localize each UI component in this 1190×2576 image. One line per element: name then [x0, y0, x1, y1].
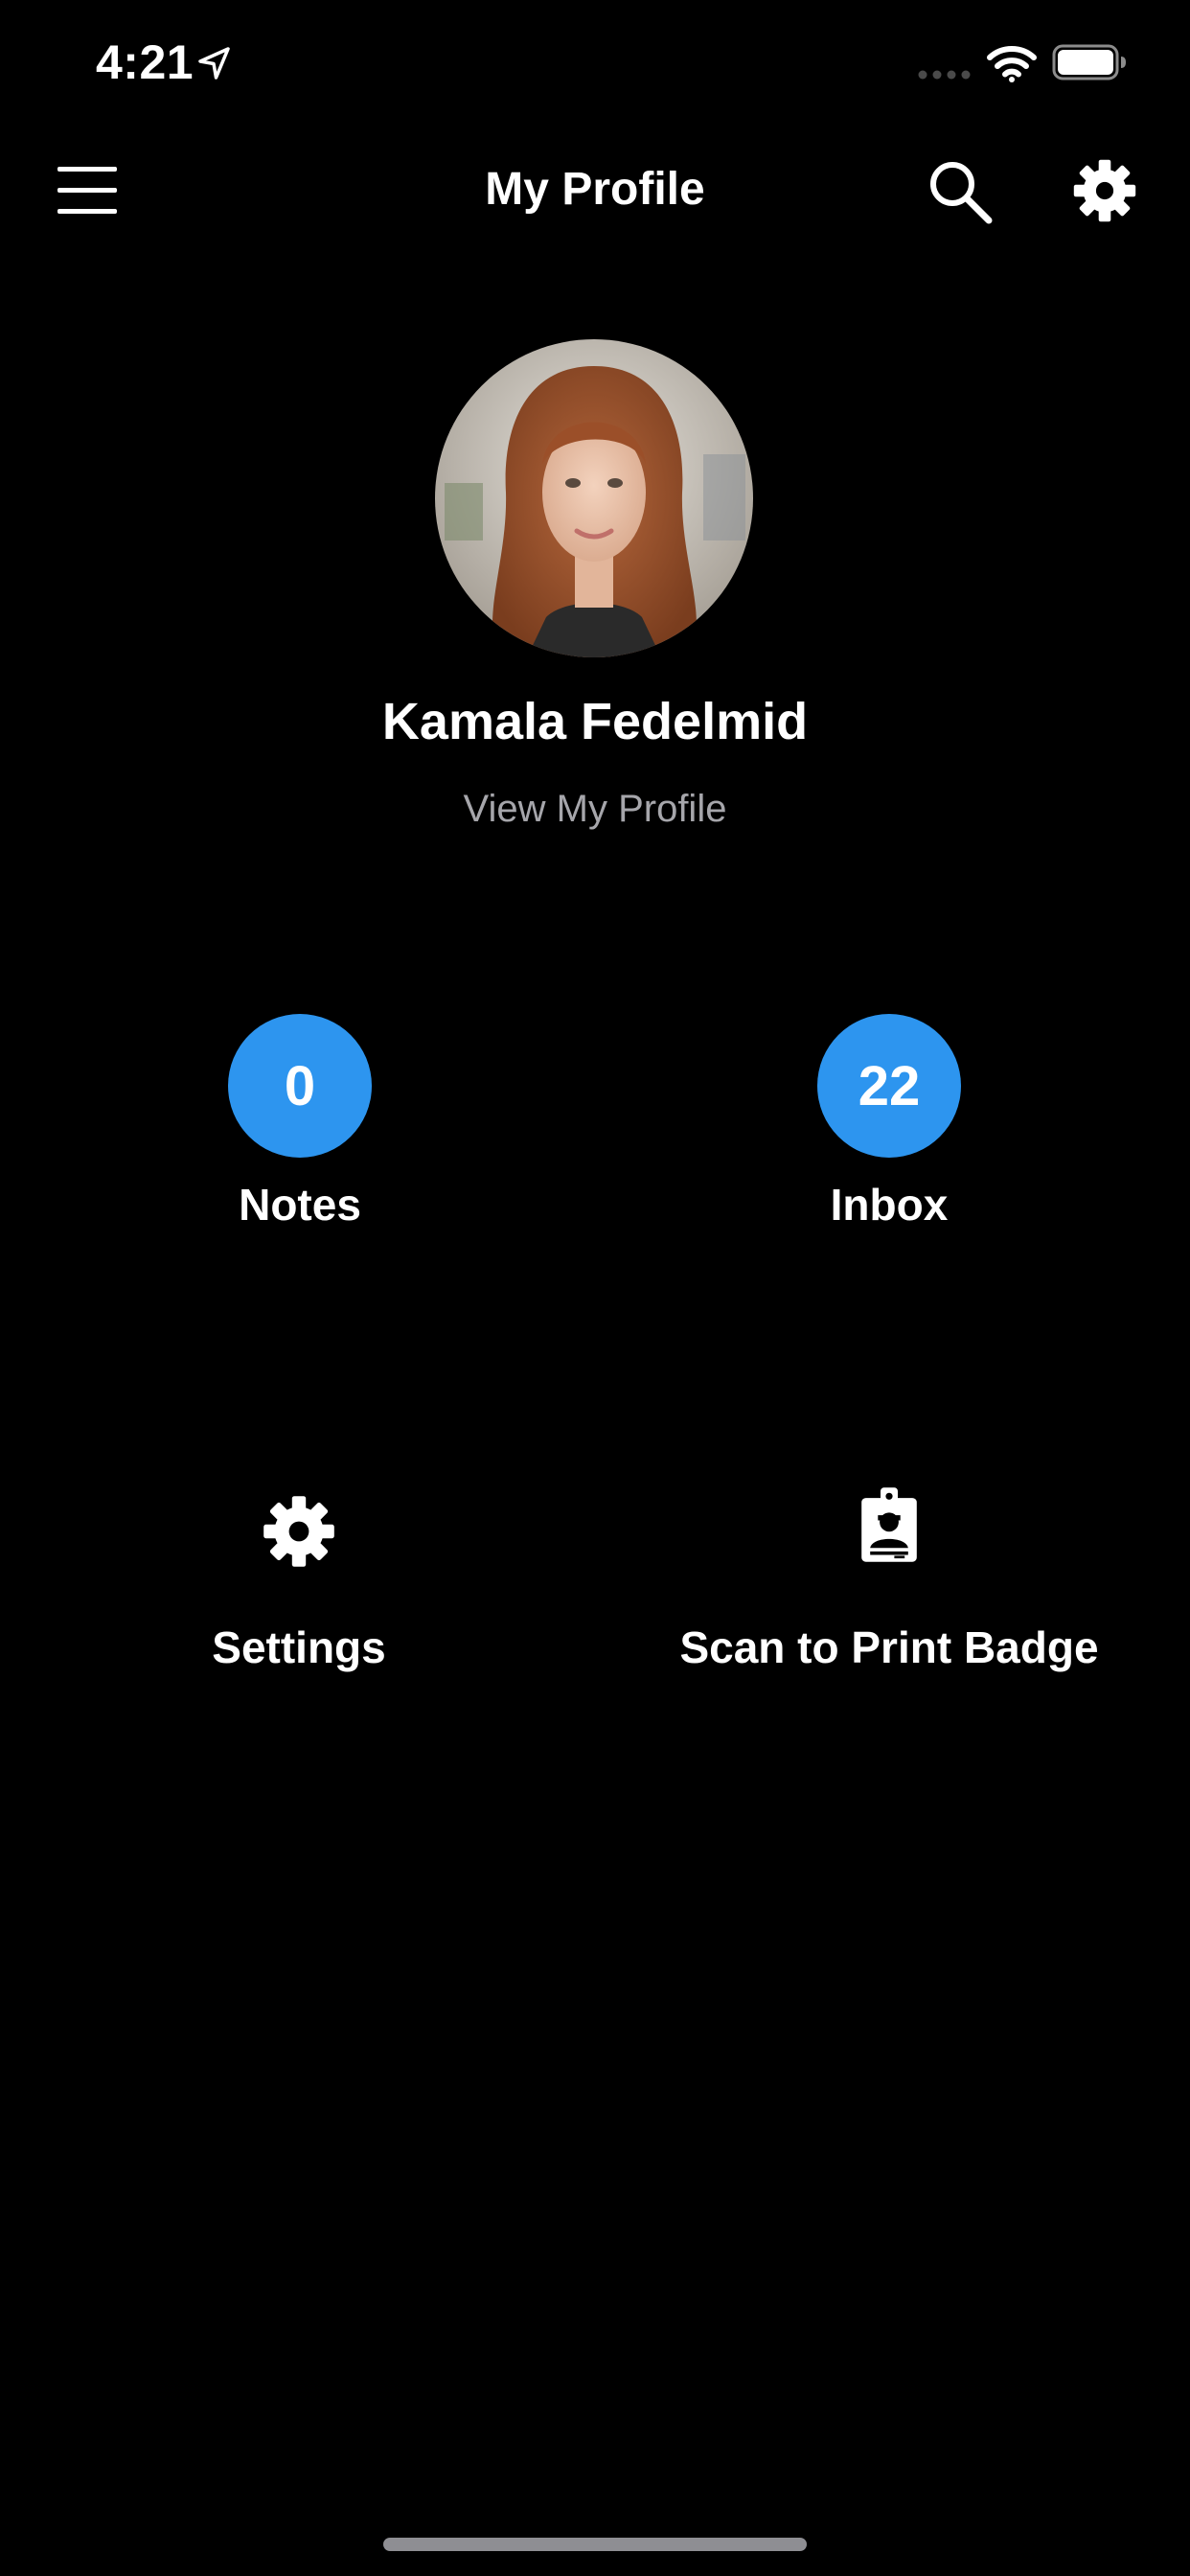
status-bar: 4:21	[0, 0, 1190, 126]
notes-counter-button[interactable]: 0 Notes	[99, 1014, 501, 1244]
profile-avatar[interactable]	[435, 339, 753, 657]
gear-icon	[263, 1496, 334, 1567]
notes-count-badge: 0	[228, 1014, 372, 1158]
scan-to-print-badge-label: Scan to Print Badge	[679, 1622, 1099, 1672]
settings-button[interactable]: Settings	[31, 1485, 567, 1696]
battery-icon	[1052, 44, 1126, 80]
id-badge-icon	[861, 1487, 917, 1562]
home-indicator[interactable]	[383, 2538, 807, 2551]
inbox-count-badge: 22	[817, 1014, 961, 1158]
inbox-counter-button[interactable]: 22 Inbox	[688, 1014, 1090, 1244]
gear-icon[interactable]	[1071, 157, 1138, 224]
location-arrow-icon	[198, 47, 230, 80]
inbox-label: Inbox	[830, 1180, 949, 1230]
profile-name: Kamala Fedelmid	[381, 693, 809, 750]
notes-label: Notes	[239, 1180, 361, 1230]
page-title: My Profile	[485, 164, 705, 215]
navigation-bar: My Profile	[0, 134, 1190, 249]
scan-to-print-badge-button[interactable]: Scan to Print Badge	[621, 1485, 1157, 1696]
search-icon[interactable]	[924, 155, 996, 228]
wifi-icon	[987, 46, 1037, 82]
status-time: 4:21	[96, 35, 195, 89]
settings-label: Settings	[212, 1622, 386, 1672]
view-profile-link[interactable]: View My Profile	[0, 788, 1190, 831]
cellular-signal-icon	[918, 70, 971, 80]
